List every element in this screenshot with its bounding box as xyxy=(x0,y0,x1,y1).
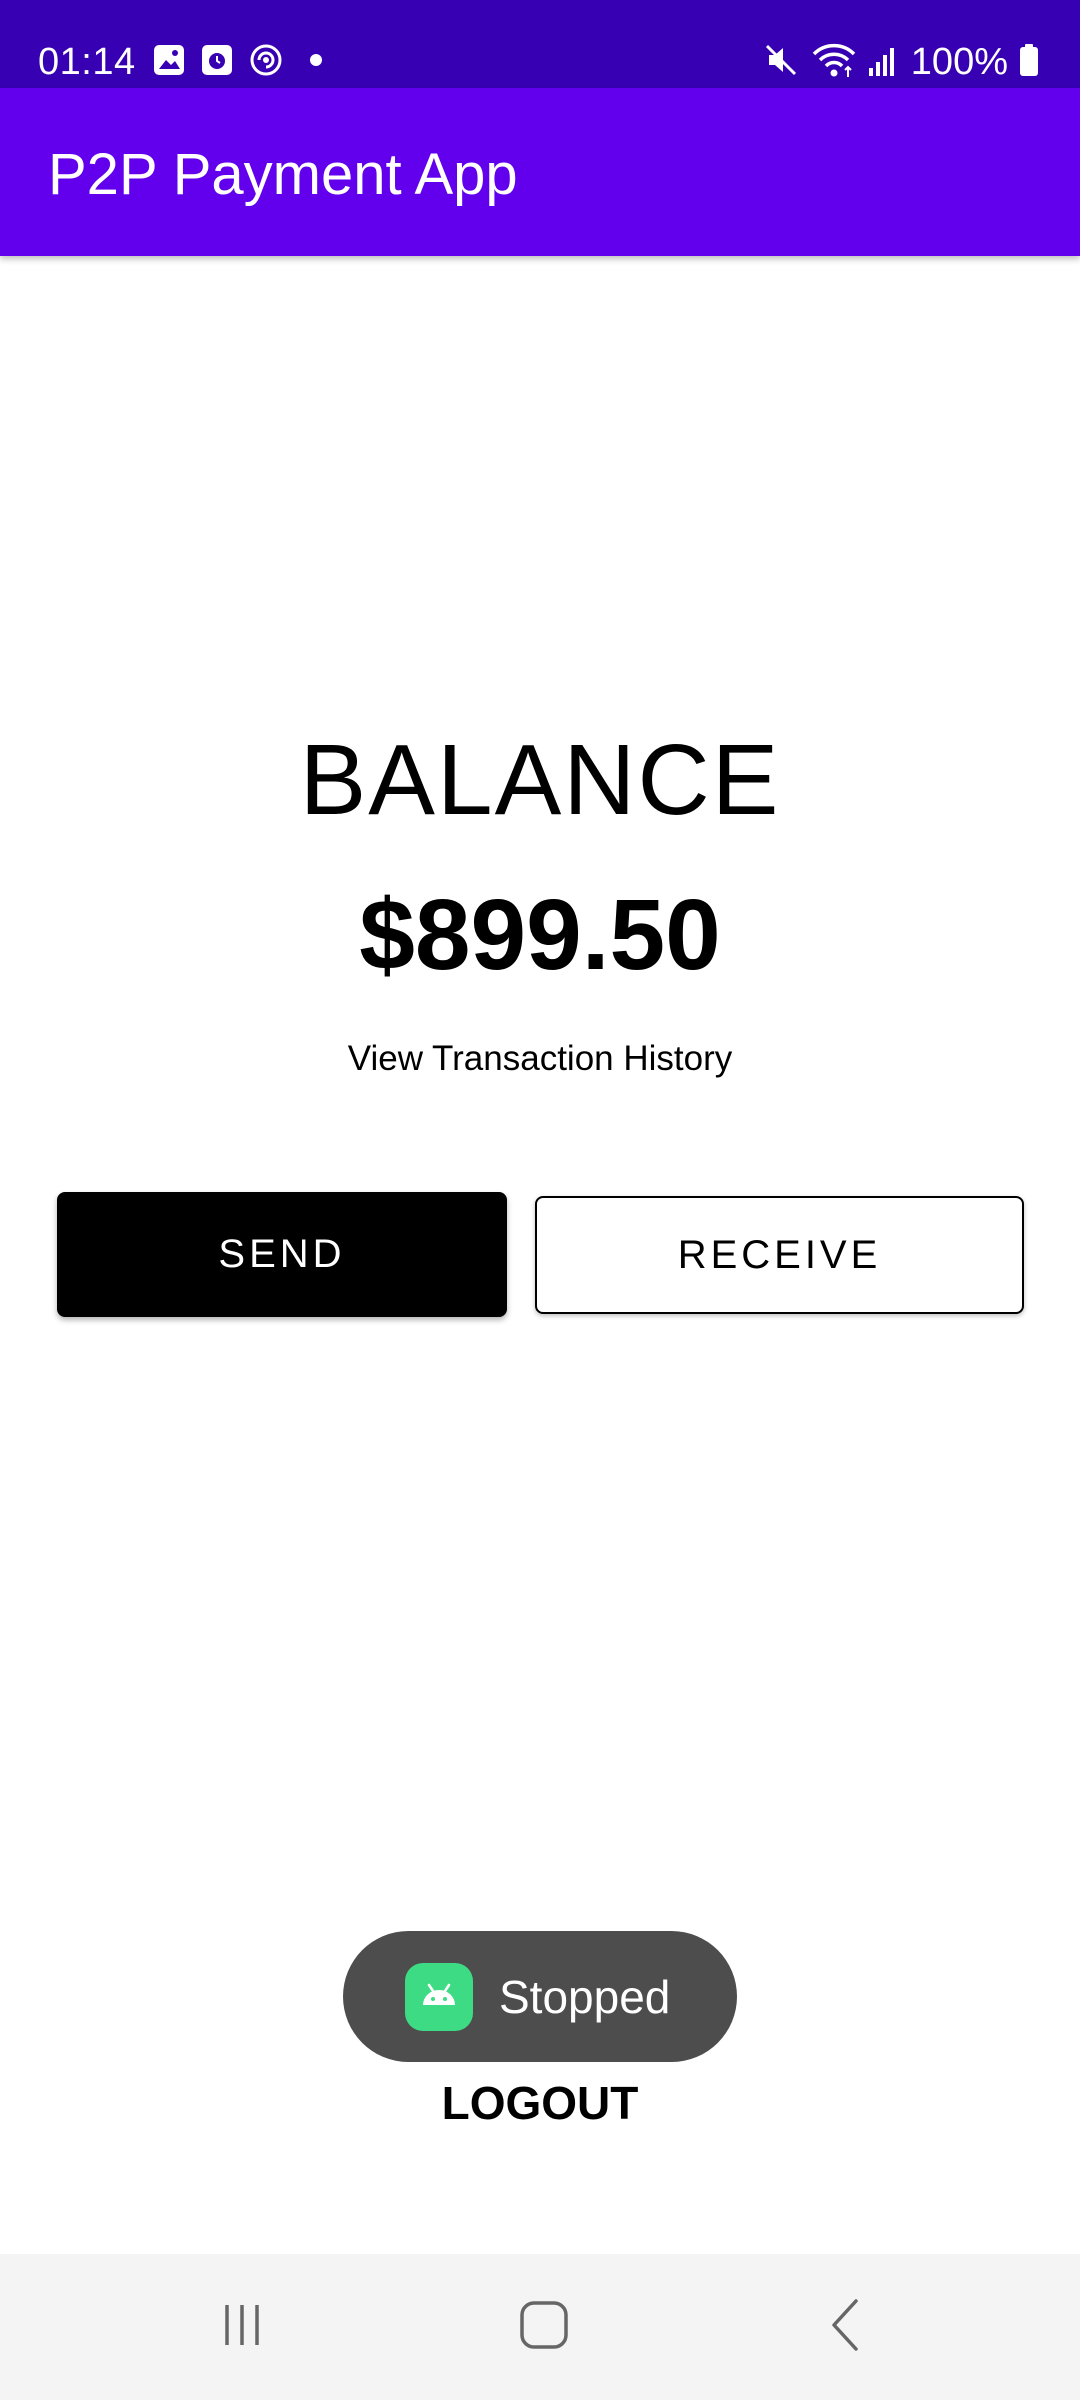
receive-button-label: RECEIVE xyxy=(677,1232,882,1277)
back-icon xyxy=(826,2297,866,2358)
recents-button[interactable] xyxy=(152,2254,332,2400)
android-icon xyxy=(405,1962,473,2031)
home-icon xyxy=(518,2299,570,2356)
notification-dot-icon xyxy=(298,42,334,83)
send-button[interactable]: SEND xyxy=(57,1192,507,1317)
recents-icon xyxy=(217,2300,267,2355)
status-time: 01:14 xyxy=(38,41,136,83)
sync-icon xyxy=(248,42,284,83)
balance-label: BALANCE xyxy=(299,724,781,836)
calendar-icon xyxy=(200,43,234,82)
app-title: P2P Payment App xyxy=(48,142,518,207)
status-bar: 01:14 100% xyxy=(0,0,1080,88)
home-button[interactable] xyxy=(454,2254,634,2400)
back-button[interactable] xyxy=(756,2254,936,2400)
receive-button[interactable]: RECEIVE xyxy=(535,1196,1024,1314)
status-right: 100% xyxy=(761,38,1040,86)
balance-amount: $899.50 xyxy=(359,879,721,991)
signal-icon xyxy=(867,40,901,85)
navigation-bar xyxy=(0,2254,1080,2400)
wifi-icon xyxy=(811,40,857,85)
battery-icon xyxy=(1018,40,1040,85)
view-transaction-history-link[interactable]: View Transaction History xyxy=(0,1035,1080,1083)
battery-percent: 100% xyxy=(910,41,1008,83)
send-button-label: SEND xyxy=(218,1232,346,1276)
logout-button[interactable]: LOGOUT xyxy=(0,2075,1080,2131)
app-bar: P2P Payment App xyxy=(0,88,1080,256)
mute-icon xyxy=(761,40,801,85)
gallery-icon xyxy=(152,43,186,82)
status-left-icons xyxy=(152,42,334,82)
toast-message: Stopped xyxy=(343,1931,737,2062)
toast-text: Stopped xyxy=(499,1970,671,2023)
